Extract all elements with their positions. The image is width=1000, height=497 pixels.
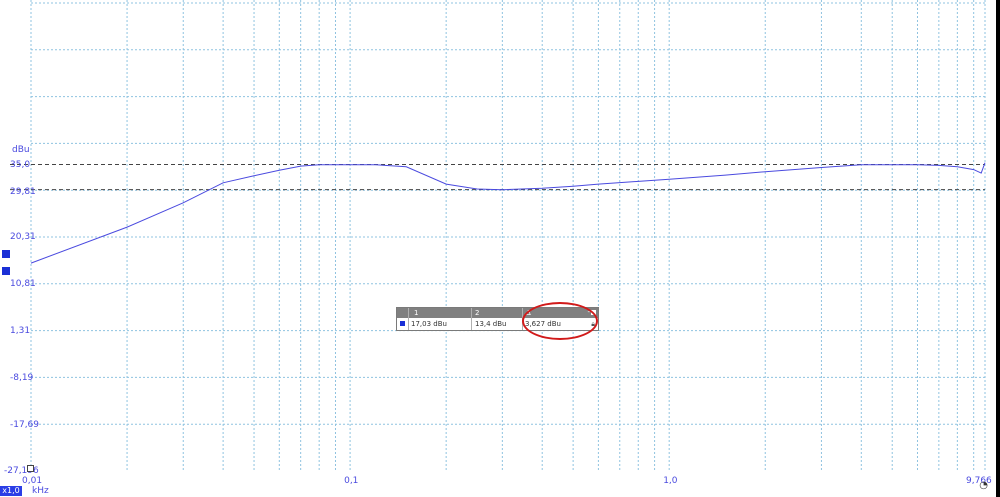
x-tick-label: 0,1 xyxy=(344,476,359,486)
cursor-2-value: 13,4 dBu xyxy=(475,320,507,328)
frequency-response-plot[interactable] xyxy=(0,0,1000,497)
series-color-swatch xyxy=(400,321,405,326)
y-tick-label: 1,31 xyxy=(10,326,31,336)
x-tick-label: 1,0 xyxy=(663,476,678,486)
cursor-1-marker-icon[interactable] xyxy=(2,250,10,258)
gauge-icon[interactable]: ◔ xyxy=(979,480,988,491)
delta-highlight-circle xyxy=(522,302,598,340)
plot-grid xyxy=(30,0,986,471)
y-tick-label: 10,81 xyxy=(10,279,36,289)
origin-square-icon xyxy=(27,465,34,472)
header-cursor-1: 1 xyxy=(414,309,419,317)
cursor-lines xyxy=(10,164,985,191)
column-divider xyxy=(408,308,409,330)
column-divider xyxy=(471,308,472,330)
cursor-1-value: 17,03 dBu xyxy=(411,320,447,328)
x-tick-label: 0,01 xyxy=(22,476,43,486)
y-axis-unit: dBu xyxy=(12,145,30,155)
y-tick-label: -17,69 xyxy=(10,420,40,430)
y-tick-label: 20,31 xyxy=(10,232,36,242)
y-tick-label: -8,19 xyxy=(10,373,34,383)
y-tick-label: 35,0 xyxy=(10,160,31,170)
y-tick-label: 29,81 xyxy=(10,187,36,197)
scale-badge[interactable]: x1,0 xyxy=(0,486,22,496)
x-axis-unit: kHz xyxy=(32,486,49,496)
header-cursor-2: 2 xyxy=(475,309,480,317)
frequency-response-trace xyxy=(30,162,986,264)
cursor-2-marker-icon[interactable] xyxy=(2,267,10,275)
